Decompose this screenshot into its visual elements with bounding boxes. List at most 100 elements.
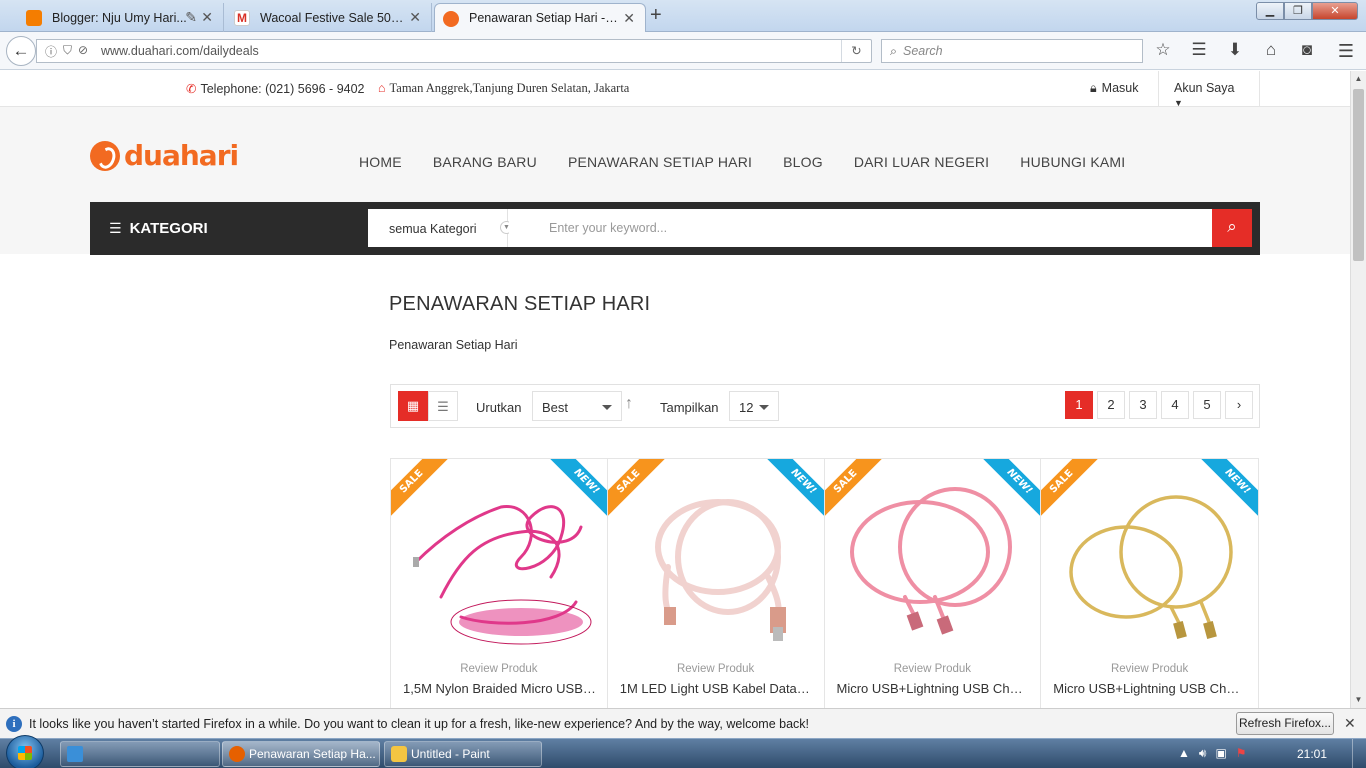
keyword-input[interactable] [509,209,1212,247]
close-tab-icon[interactable]: ✕ [409,9,421,26]
category-menu-button[interactable]: ☰ KATEGORI [90,202,360,255]
address-bar[interactable]: ⓘ ⛉ ⊘ www.duahari.com/dailydeals ↻ [36,39,872,63]
tray-expand-icon[interactable]: ▲ [1178,746,1190,761]
maximize-icon[interactable]: ❐ [1284,2,1312,20]
show-count-select[interactable]: 12 [729,391,779,421]
download-icon[interactable]: ⬇ [1224,40,1246,60]
close-notification-icon[interactable]: ✕ [1344,715,1356,732]
action-center-icon[interactable]: ⚑ [1236,746,1247,761]
show-label: Tampilkan [660,400,719,415]
review-link[interactable]: Review Produk [825,663,1041,675]
product-card[interactable]: SALE NEW! Review Produk Micro USB+Lightn… [1041,459,1258,708]
lock-icon: 🔒︎ [1090,81,1097,95]
network-icon[interactable]: ▣ [1215,746,1226,761]
product-grid: SALE NEW! Review Produk 1,5M Nylon Braid… [390,458,1259,708]
new-tab-icon[interactable]: + [650,5,662,25]
browser-tab[interactable]: Blogger: Nju Umy Hari... ✎ ✕ [18,3,224,32]
start-button[interactable] [6,735,44,768]
close-tab-icon[interactable]: ✕ [201,9,213,26]
product-name[interactable]: 1,5M Nylon Braided Micro USB Cable [403,681,596,696]
reload-icon[interactable]: ↻ [841,40,871,62]
nav-blog[interactable]: BLOG [783,154,823,170]
search-button[interactable]: ⌕ [1212,209,1252,247]
site-logo[interactable]: duahari [90,139,239,172]
taskbar-item-explorer[interactable] [60,741,220,767]
info-icon: i [6,716,22,732]
logo-text: duahari [124,139,239,172]
page-2-button[interactable]: 2 [1097,391,1125,419]
grid-view-button[interactable]: ▦ [398,391,428,421]
refresh-firefox-button[interactable]: Refresh Firefox... [1236,712,1334,735]
nav-overseas[interactable]: DARI LUAR NEGERI [854,154,989,170]
sort-direction-icon[interactable]: ↑ [625,395,633,413]
login-link[interactable]: 🔒︎ Masuk [1090,81,1138,96]
review-link[interactable]: Review Produk [1041,663,1258,675]
logo-mark-icon [90,140,120,171]
home-icon: ⌂ [378,81,386,95]
nav-new-items[interactable]: BARANG BARU [433,154,537,170]
clock[interactable]: 21:01 [1297,747,1327,761]
grid-icon: ▦ [406,398,420,413]
taskbar-item-firefox[interactable]: Penawaran Setiap Ha... [222,741,380,767]
home-icon[interactable]: ⌂ [1260,40,1282,60]
browser-tab-active[interactable]: Penawaran Setiap Hari - pe... ✕ [434,3,646,32]
product-card[interactable]: SALE NEW! Review Produk 1M LED Light USB… [607,459,825,708]
product-image[interactable] [835,477,1032,657]
bookmark-star-icon[interactable]: ☆ [1152,40,1174,60]
product-card[interactable]: SALE NEW! Review Produk 1,5M Nylon Braid… [391,459,608,708]
product-name[interactable]: Micro USB+Lightning USB Charger Cable [837,681,1030,696]
page-3-button[interactable]: 3 [1129,391,1157,419]
tab-label: Penawaran Setiap Hari - pe... [469,11,619,25]
reading-list-icon[interactable]: ☰ [1188,40,1210,60]
mute-icon[interactable]: ✎ [185,9,197,26]
review-link[interactable]: Review Produk [391,663,607,675]
minimize-icon[interactable]: ▁ [1256,2,1284,20]
product-image[interactable] [618,477,815,657]
sort-value: Best [542,400,569,415]
product-image[interactable] [1051,477,1248,657]
taskbar-item-paint[interactable]: Untitled - Paint [384,741,542,767]
duahari-favicon-icon [443,11,459,27]
page-1-button[interactable]: 1 [1065,391,1093,419]
nav-daily-deals[interactable]: PENAWARAN SETIAP HARI [568,154,752,170]
nav-home[interactable]: HOME [359,154,402,170]
product-image[interactable] [401,477,598,657]
show-desktop-button[interactable] [1352,739,1366,768]
account-dropdown[interactable]: Akun Saya ▼ [1158,71,1260,108]
volume-icon[interactable]: 🔊︎ [1199,746,1207,761]
page-title: PENAWARAN SETIAP HARI [389,293,651,315]
product-toolbar: ▦ ☰ Urutkan Best ↑ Tampilkan 12 1 2 3 4 … [390,384,1260,428]
category-select[interactable]: semua Kategori ▼ [368,209,513,247]
site-header: duahari HOME BARANG BARU PENAWARAN SETIA… [0,107,1350,255]
product-name[interactable]: Micro USB+Lightning USB Charger Cable [1053,681,1246,696]
caret-down-icon [602,405,612,410]
browser-search-input[interactable]: ⌕ Search [881,39,1143,63]
back-button[interactable]: ← [6,36,36,66]
pocket-icon[interactable]: ◙ [1296,40,1318,60]
product-name[interactable]: 1M LED Light USB Kabel Data Charger [620,681,813,696]
site-identity-icons[interactable]: ⓘ ⛉ ⊘ [37,43,101,60]
scroll-down-icon[interactable]: ▼ [1351,692,1366,708]
account-label: Akun Saya [1174,81,1235,95]
url-text: www.duahari.com/dailydeals [101,44,259,58]
notification-text: It looks like you haven’t started Firefo… [29,717,810,731]
menu-icon[interactable]: ☰ [1338,41,1354,62]
gmail-favicon-icon: M [234,10,250,26]
firefox-icon [229,746,245,762]
nav-contact[interactable]: HUBUNGI KAMI [1020,154,1125,170]
phone-icon: ✆ [186,82,197,96]
page-5-button[interactable]: 5 [1193,391,1221,419]
scrollbar-thumb[interactable] [1353,89,1364,261]
scroll-up-icon[interactable]: ▲ [1351,71,1366,87]
sort-select[interactable]: Best [532,391,622,421]
close-tab-icon[interactable]: ✕ [623,10,635,27]
next-page-button[interactable]: › [1225,391,1253,419]
close-window-icon[interactable]: ✕ [1312,2,1358,20]
review-link[interactable]: Review Produk [608,663,824,675]
browser-tab[interactable]: M Wacoal Festive Sale 50% - ... ✕ [226,3,432,32]
page-4-button[interactable]: 4 [1161,391,1189,419]
page-scrollbar[interactable]: ▲ ▼ [1350,71,1366,708]
list-view-button[interactable]: ☰ [428,391,458,421]
product-card[interactable]: SALE NEW! Review Produk Micro USB+Lightn… [824,459,1042,708]
tab-label: Blogger: Nju Umy Hari... [52,10,187,25]
